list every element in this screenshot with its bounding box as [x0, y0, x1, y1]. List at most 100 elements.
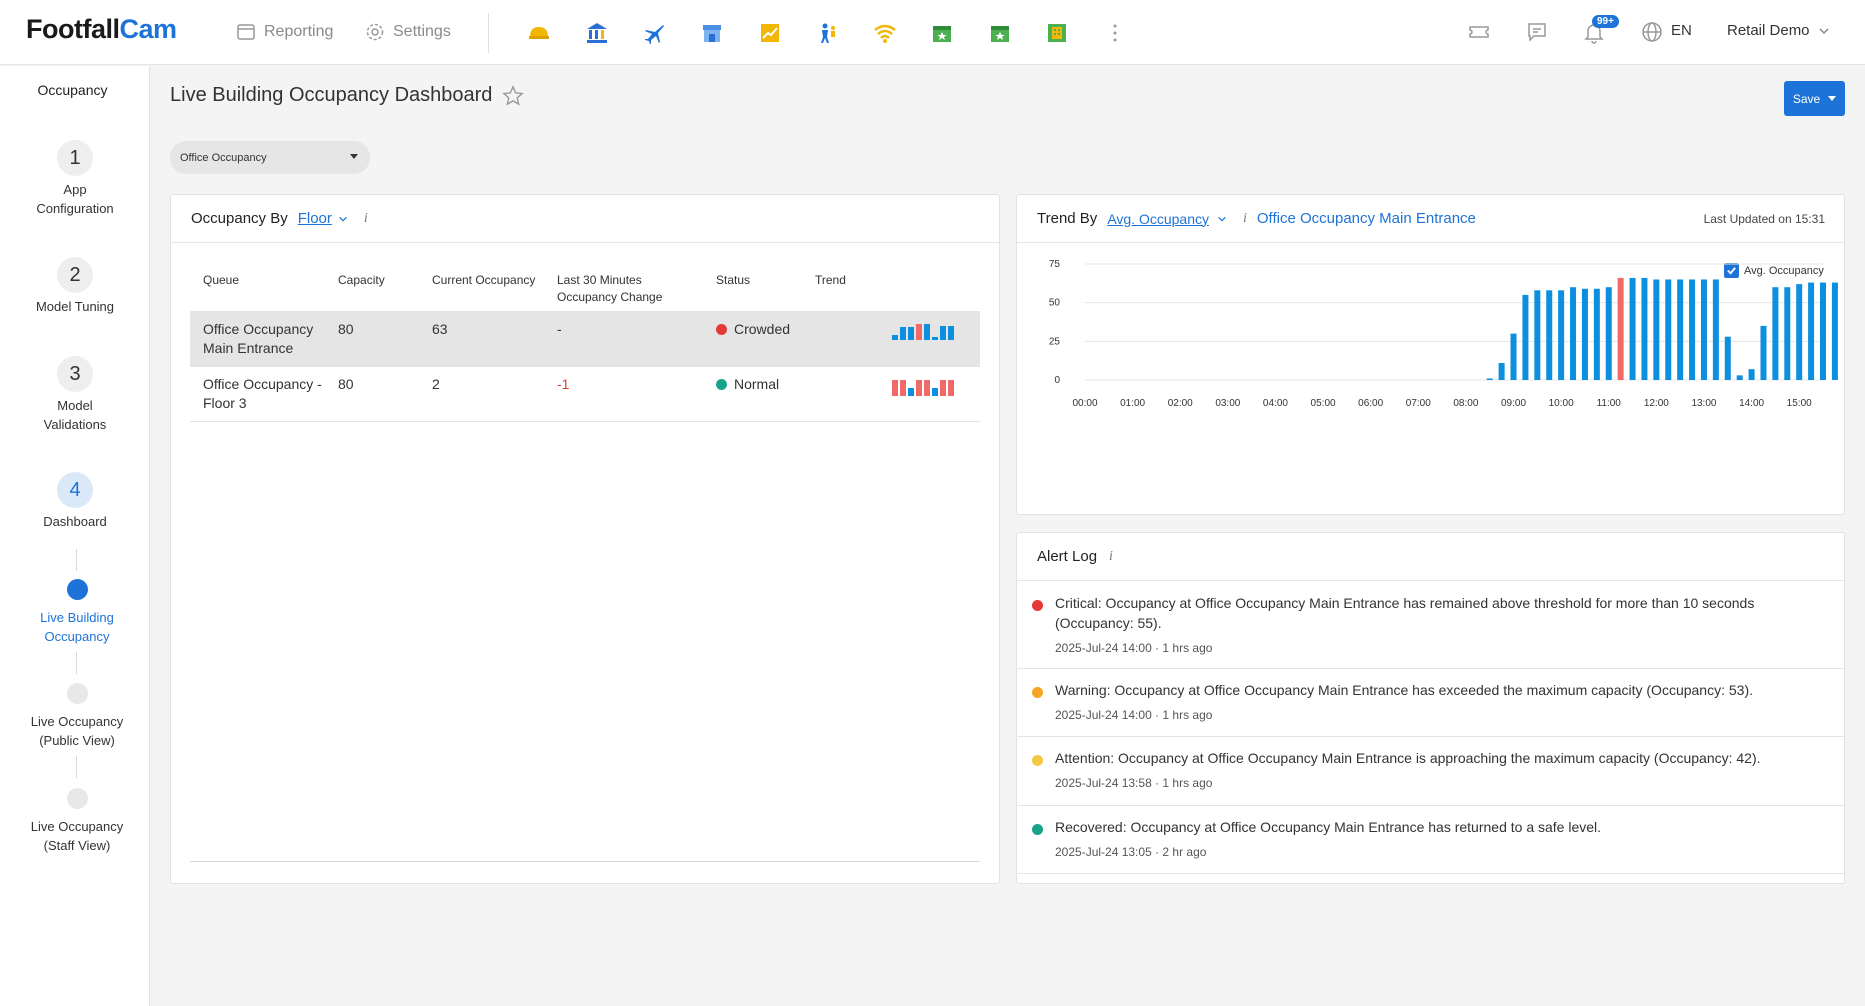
save-button[interactable]: Save: [1784, 81, 1845, 116]
chart-bar: [1748, 369, 1755, 380]
step-app-configuration[interactable]: 1 App Configuration: [0, 140, 150, 218]
chart-bar: [1593, 288, 1600, 380]
column-header-change: Last 30 Minutes Occupancy Change: [557, 273, 663, 304]
store-icon[interactable]: [699, 20, 725, 46]
x-tick-label: 11:00: [1597, 398, 1622, 409]
alert-dot: [1032, 824, 1043, 835]
chart-bar: [1712, 279, 1719, 380]
chart-bar: [1689, 279, 1696, 380]
sub-live-occupancy-staff[interactable]: Live Occupancy (Staff View): [0, 788, 154, 855]
chart-bar: [1617, 277, 1624, 380]
x-tick-label: 03:00: [1215, 398, 1240, 409]
helmet-icon[interactable]: [526, 20, 552, 46]
step-model-validations[interactable]: 3 Model Validations: [0, 356, 150, 434]
globe-icon[interactable]: [1640, 20, 1664, 44]
chart-bar: [1558, 290, 1565, 380]
x-tick-label: 09:00: [1501, 398, 1526, 409]
caret-down-icon: [1828, 95, 1837, 101]
y-tick-label: 0: [1054, 375, 1060, 386]
chevron-down-icon: [1819, 27, 1829, 34]
chart-bar: [1665, 279, 1672, 380]
trend-panel-header: Trend By Avg. Occupancy i Office Occupan…: [1017, 195, 1844, 243]
status-dot: [716, 324, 727, 335]
user-menu[interactable]: Retail Demo: [1727, 22, 1830, 39]
gear-icon: [366, 23, 384, 41]
info-icon[interactable]: i: [364, 211, 368, 227]
people-icon[interactable]: [815, 20, 841, 46]
chart-bar: [1724, 336, 1731, 380]
chart-bar: [1534, 290, 1541, 380]
sidebar-title: Occupancy: [37, 82, 108, 98]
chart-bar: [1820, 282, 1826, 380]
sub-live-building-occupancy[interactable]: Live Building Occupancy: [0, 579, 154, 646]
sparkline-bar: [924, 324, 930, 340]
notification-badge: 99+: [1592, 15, 1619, 28]
x-tick-label: 00:00: [1072, 398, 1097, 409]
metric-dropdown[interactable]: Avg. Occupancy: [1107, 211, 1209, 227]
more-icon[interactable]: [1102, 20, 1128, 46]
occupancy-panel-header: Occupancy By Floor i: [171, 195, 999, 243]
table-row[interactable]: Office Occupancy Main Entrance 80 63 - C…: [190, 311, 980, 367]
x-tick-label: 10:00: [1549, 398, 1574, 409]
chart-bar: [1736, 375, 1743, 380]
language-selector[interactable]: EN: [1671, 22, 1692, 39]
step-connector: [76, 549, 77, 571]
info-icon[interactable]: i: [1243, 211, 1247, 227]
column-header-current-occupancy: Current Occupancy: [432, 273, 536, 287]
wifi-icon[interactable]: [872, 20, 898, 46]
chevron-down-icon[interactable]: [1217, 214, 1227, 224]
sub-live-occupancy-public[interactable]: Live Occupancy (Public View): [0, 683, 154, 750]
chart-bar: [1808, 282, 1815, 380]
trend-sparkline: [892, 324, 954, 340]
x-tick-label: 07:00: [1406, 398, 1431, 409]
chart-bar: [1486, 378, 1493, 380]
x-tick-label: 02:00: [1168, 398, 1193, 409]
x-tick-label: 04:00: [1263, 398, 1288, 409]
step-dashboard[interactable]: 4 Dashboard: [0, 472, 150, 531]
star-icon[interactable]: [502, 84, 525, 107]
building-icon[interactable]: [1044, 20, 1070, 46]
ticket-icon[interactable]: [1467, 20, 1491, 44]
calendar-star-icon[interactable]: [987, 20, 1013, 46]
trend-location[interactable]: Office Occupancy Main Entrance: [1257, 210, 1476, 227]
sparkline-bar: [908, 388, 914, 396]
chat-icon[interactable]: [1525, 20, 1549, 44]
x-tick-label: 15:00: [1787, 398, 1812, 409]
chevron-down-icon[interactable]: [338, 214, 348, 224]
alert-item-recovered[interactable]: Recovered: Occupancy at Office Occupancy…: [1018, 806, 1844, 874]
chart-bar: [1498, 362, 1505, 380]
alert-log-header: Alert Log i: [1017, 533, 1844, 581]
group-by-dropdown[interactable]: Floor: [298, 210, 332, 227]
chart-icon[interactable]: [757, 20, 783, 46]
caret-down-icon: [350, 154, 358, 159]
sparkline-bar: [916, 380, 922, 396]
column-header-trend: Trend: [815, 273, 846, 287]
alert-item-warning[interactable]: Warning: Occupancy at Office Occupancy M…: [1018, 669, 1844, 737]
chart-bar: [1605, 287, 1612, 380]
nav-reporting[interactable]: Reporting: [236, 22, 333, 42]
x-tick-label: 14:00: [1739, 398, 1764, 409]
info-icon[interactable]: i: [1109, 549, 1113, 565]
top-bar: FootfallCam Reporting Settings 99+ EN Re…: [0, 0, 1865, 65]
active-dot: [66, 579, 88, 600]
table-row[interactable]: Office Occupancy - Floor 3 80 2 -1 Norma…: [190, 367, 980, 422]
column-header-capacity: Capacity: [338, 273, 385, 287]
bank-icon[interactable]: [584, 20, 610, 46]
chart-bar: [1831, 282, 1838, 380]
occupancy-select[interactable]: Office Occupancy: [170, 141, 370, 174]
logo[interactable]: FootfallCam: [26, 14, 177, 45]
sparkline-bar: [948, 326, 954, 340]
step-model-tuning[interactable]: 2 Model Tuning: [0, 257, 150, 316]
step-connector: [76, 652, 77, 674]
airplane-icon[interactable]: [641, 20, 667, 46]
alert-item-attention[interactable]: Attention: Occupancy at Office Occupancy…: [1018, 737, 1844, 806]
calendar-star-icon[interactable]: [929, 20, 955, 46]
sparkline-bar: [908, 327, 914, 340]
chart-bar: [1522, 294, 1529, 380]
alert-item-critical[interactable]: Critical: Occupancy at Office Occupancy …: [1018, 582, 1844, 669]
chart-bar: [1546, 290, 1553, 380]
status-crowded: Crowded: [716, 320, 790, 339]
x-tick-label: 06:00: [1358, 398, 1383, 409]
nav-settings[interactable]: Settings: [365, 22, 451, 42]
page-title: Live Building Occupancy Dashboard: [170, 84, 525, 107]
